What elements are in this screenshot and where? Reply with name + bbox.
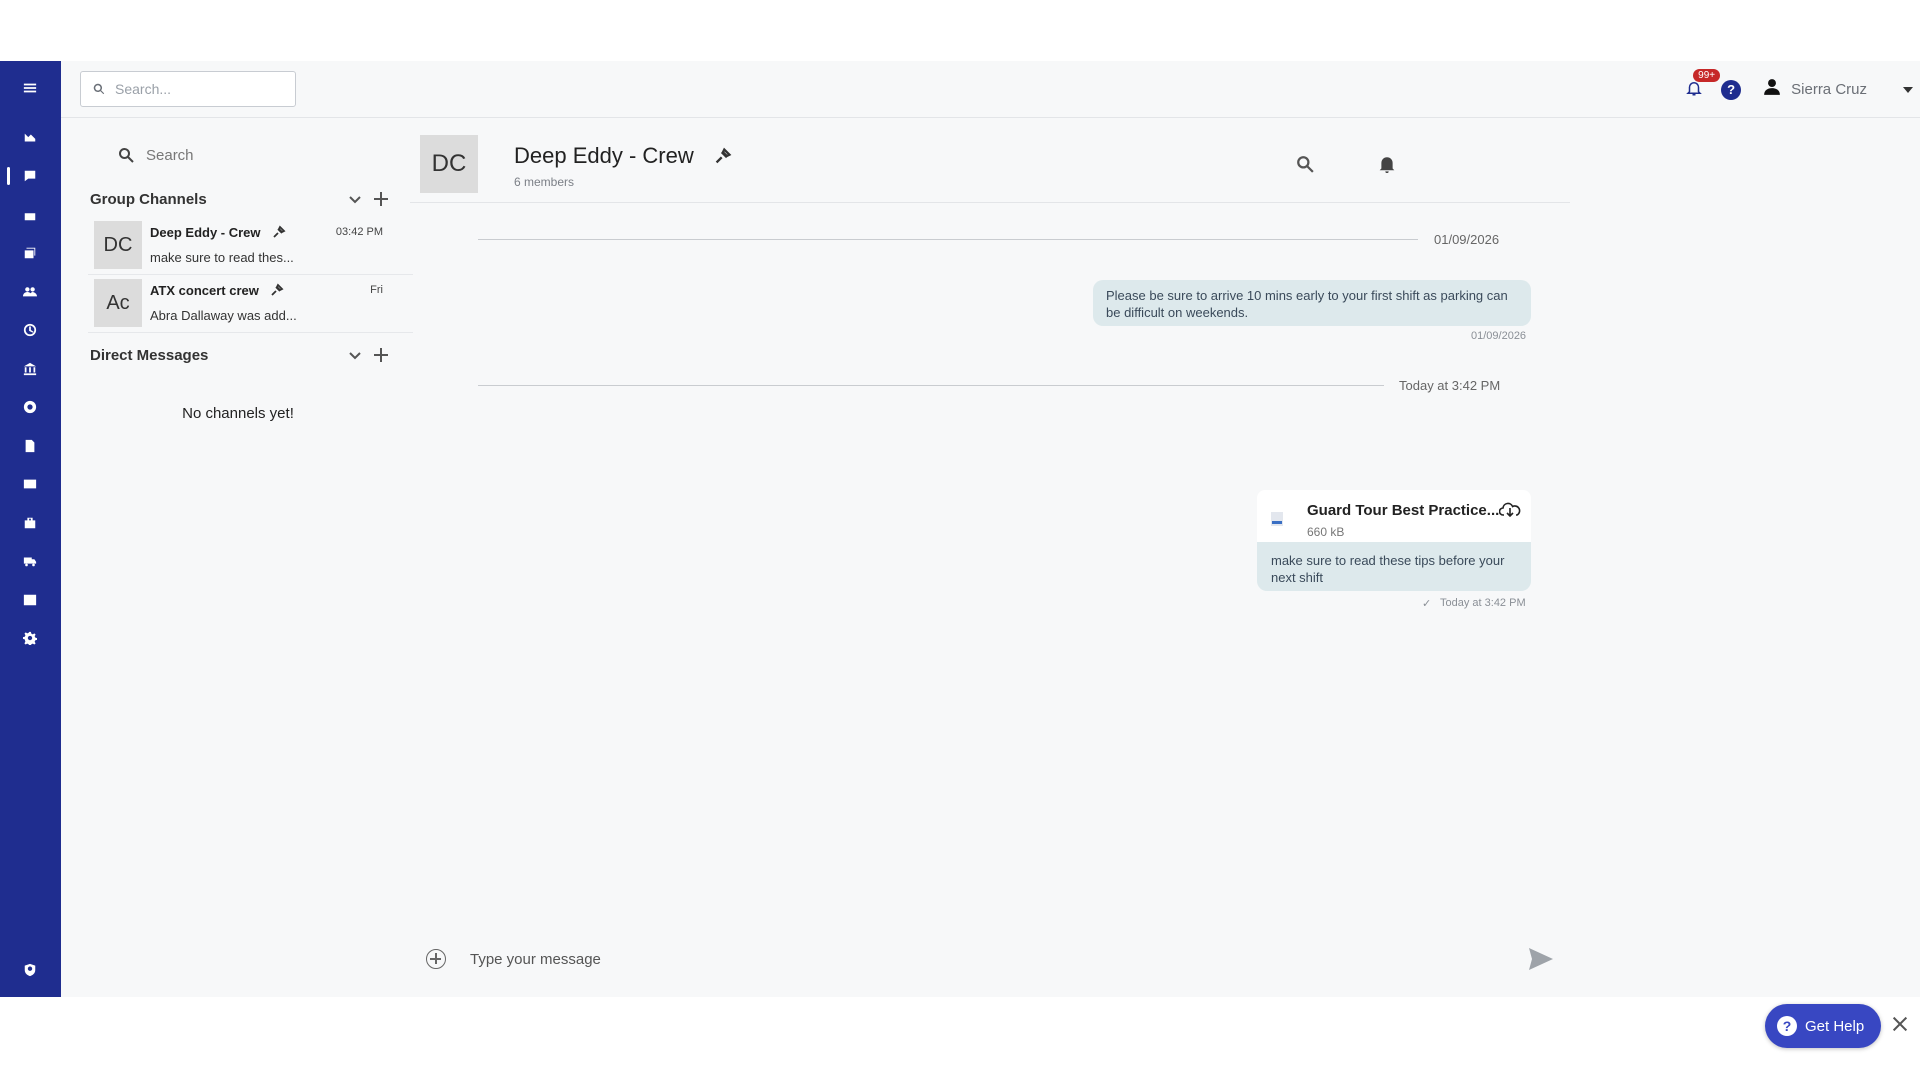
channel-preview: Abra Dallaway was add... [150, 308, 297, 323]
send-button[interactable] [1528, 947, 1554, 971]
message-input[interactable] [470, 945, 1430, 973]
search-icon [93, 83, 105, 95]
briefcase-icon[interactable] [21, 514, 39, 532]
clock-icon[interactable] [21, 321, 39, 339]
send-icon [1529, 948, 1553, 970]
conversation-title: Deep Eddy - Crew [514, 143, 694, 168]
date-divider-label: 01/09/2026 [1434, 232, 1500, 247]
message-bubble: Please be sure to arrive 10 mins early t… [1093, 280, 1531, 326]
channel-name: ATX concert crew [150, 283, 259, 298]
read-check-icon: ✓ [1422, 598, 1432, 610]
image-icon[interactable] [21, 591, 39, 609]
channel-time: Fri [370, 284, 383, 296]
file-size: 660 kB [1307, 525, 1345, 539]
pin-icon [714, 147, 732, 165]
file-name: Guard Tour Best Practice... [1307, 502, 1500, 519]
close-icon[interactable] [1893, 1017, 1907, 1031]
add-attachment-icon[interactable] [426, 949, 446, 969]
channel-name: Deep Eddy - Crew [150, 225, 261, 240]
message-text: Please be sure to arrive 10 mins early t… [1106, 288, 1508, 320]
channel-list-panel: Group Channels DC Deep Eddy - Crew 03:42… [88, 131, 413, 981]
search-icon [1297, 156, 1314, 173]
user-menu-caret-icon[interactable] [1903, 86, 1913, 93]
get-help-label: Get Help [1805, 1017, 1865, 1035]
conversation-header: DC Deep Eddy - Crew 6 members [410, 131, 1570, 203]
file-attachment[interactable]: Guard Tour Best Practice... 660 kB [1257, 490, 1531, 542]
vehicle-icon[interactable] [21, 552, 39, 570]
notifications-badge: 99+ [1693, 68, 1721, 82]
channel-avatar: DC [94, 221, 142, 269]
group-channels-label: Group Channels [90, 190, 207, 208]
cloud-download-icon[interactable] [1498, 500, 1521, 518]
direct-messages-header: Direct Messages [90, 343, 390, 367]
message-bubble: Guard Tour Best Practice... 660 kB make … [1257, 490, 1531, 591]
direct-messages-label: Direct Messages [90, 346, 209, 364]
mute-notifications-button[interactable] [1378, 155, 1398, 175]
conversation-avatar: DC [420, 135, 478, 193]
calendar-icon[interactable] [21, 206, 39, 224]
member-count: 6 members [514, 175, 575, 189]
active-indicator [7, 167, 10, 185]
channel-search[interactable] [88, 137, 388, 173]
topbar-actions: 99+ ? Sierra Cruz [1685, 61, 1920, 118]
dashboard-icon[interactable] [21, 129, 39, 147]
channel-search-input[interactable] [146, 146, 345, 164]
document-icon[interactable] [21, 437, 39, 455]
reports-icon[interactable] [21, 244, 39, 262]
bank-icon[interactable] [21, 360, 39, 378]
channel-item-atx-concert-crew[interactable]: Ac ATX concert crew Fri Abra Dallaway wa… [88, 277, 413, 333]
date-divider-line [478, 385, 1384, 386]
user-icon [1763, 78, 1781, 101]
help-button[interactable]: ? [1721, 79, 1742, 100]
top-bar: 99+ ? Sierra Cruz [61, 61, 1920, 118]
empty-state-text: No channels yet! [182, 405, 294, 422]
channel-avatar: Ac [94, 279, 142, 327]
date-divider-label: Today at 3:42 PM [1399, 378, 1501, 393]
message-timestamp: Today at 3:42 PM [1440, 597, 1526, 609]
channel-item-deep-eddy-crew[interactable]: DC Deep Eddy - Crew 03:42 PM make sure t… [88, 219, 413, 275]
message-timestamp: 01/09/2026 [1471, 330, 1527, 342]
user-menu-name[interactable]: Sierra Cruz [1791, 81, 1867, 98]
nav-rail [0, 61, 61, 997]
get-help-button[interactable]: ? Get Help [1765, 1004, 1881, 1048]
channel-time: 03:42 PM [335, 226, 383, 238]
search-icon [119, 148, 134, 163]
date-divider-line [478, 239, 1418, 240]
group-channels-header: Group Channels [90, 187, 390, 211]
bell-icon [1379, 157, 1395, 173]
channel-preview: make sure to read thes... [150, 250, 294, 265]
message-composer [410, 935, 1570, 983]
collapse-chevron-icon[interactable] [348, 192, 362, 206]
global-search[interactable] [80, 71, 296, 107]
shield-icon[interactable] [21, 961, 39, 979]
message-text: make sure to read these tips before your… [1271, 553, 1505, 585]
search-messages-button[interactable] [1296, 155, 1316, 175]
app-window: 99+ ? Sierra Cruz Group Channels DC Deep… [0, 61, 1920, 1048]
chat-icon[interactable] [21, 167, 39, 185]
question-icon: ? [1777, 1016, 1797, 1036]
global-search-input[interactable] [115, 81, 275, 97]
collapse-chevron-icon[interactable] [348, 348, 362, 362]
pin-icon [270, 283, 284, 297]
card-icon[interactable] [21, 475, 39, 493]
support-icon[interactable] [21, 398, 39, 416]
people-icon[interactable] [21, 283, 39, 301]
notifications-button[interactable]: 99+ [1685, 68, 1721, 101]
menu-icon[interactable] [21, 79, 39, 97]
message-text-wrap: make sure to read these tips before your… [1271, 552, 1521, 586]
pin-icon [272, 225, 286, 239]
add-direct-message-button[interactable] [374, 348, 388, 362]
gear-icon[interactable] [21, 629, 39, 647]
add-group-channel-button[interactable] [374, 192, 388, 206]
file-icon [1269, 508, 1285, 528]
